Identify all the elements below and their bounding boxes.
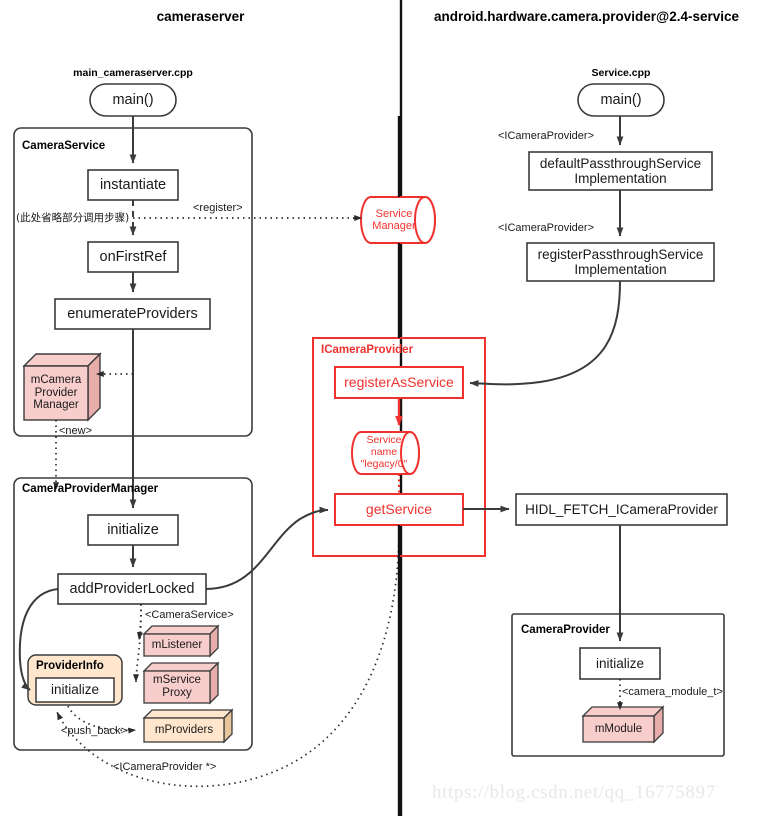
node-main-left-shape [89,83,177,117]
node-hidl-fetch-shape [515,493,728,526]
group-title-camera-provider-manager: CameraProviderManager [22,483,159,495]
node-on-first-ref-shape [87,241,179,273]
node-main-left[interactable]: main() [90,84,176,116]
diagram-shapes-layer [13,0,728,816]
node-service-manager-shape [360,196,436,244]
node-mlistener[interactable]: mListener [144,634,210,656]
node-mproviders-shape [142,708,234,744]
edge-addprovider-to-providerinfo [18,588,59,691]
edge-label-camera-service: <CameraService> [145,609,234,621]
edge-label-push-back: <push_back> [61,725,128,737]
node-get-service-shape [334,493,464,526]
lane-title-provider-service: android.hardware.camera.provider@2.4-ser… [433,9,740,24]
node-register-passthrough-shape [526,242,715,282]
edge-label-camera-module-t: <camera_module_t> [622,686,723,698]
edge-addprovider-to-mserviceproxy [133,603,142,683]
lane-title-cameraserver: cameraserver [156,9,245,24]
node-cpm-initialize[interactable]: initialize [88,515,178,545]
node-instantiate-shape [87,169,179,201]
group-title-camera-provider: CameraProvider [521,624,610,636]
edge-addprovider-to-mlistener [136,603,143,641]
node-mlistener-shape [142,624,220,658]
edge-push-back-to-mproviders [67,705,137,734]
node-mcameraprovidermanager[interactable]: mCamera Provider Manager [24,366,88,420]
edge-label-icameraprovider-2: <ICameraProvider> [498,222,594,234]
file-label-main-cameraserver: main_cameraserver.cpp [73,67,193,79]
group-title-camera-service: CameraService [22,140,106,152]
node-mproviders[interactable]: mProviders [144,718,224,742]
watermark: https://blog.csdn.net/qq_16775897 [432,782,716,803]
diagram-canvas: cameraserver android.hardware.camera.pro… [0,0,772,816]
node-cp-initialize-shape [579,647,661,680]
node-main-right[interactable]: main() [578,84,664,116]
node-cp-initialize[interactable]: initialize [580,648,660,679]
group-camera-service [13,127,253,437]
node-provider-info-shape [27,654,123,706]
node-provider-info-title: ProviderInfo [36,660,104,672]
node-provider-info-initialize[interactable]: initialize [36,678,114,702]
group-camera-provider-manager [13,477,253,751]
node-default-passthrough-shape [528,151,713,191]
node-enumerate-providers-shape [54,298,211,330]
edge-registerpassthrough-to-registerasservice [469,280,621,387]
edge-addprovider-to-getservice [205,506,329,590]
node-mserviceproxy-shape [142,661,220,705]
group-icamera-provider [312,337,486,557]
node-add-provider-locked-shape [57,573,207,605]
node-service-name[interactable]: Service name "legacy/0" [358,432,410,474]
edge-label-omitted-steps: (此处省略部分调用步骤) [16,212,130,224]
node-default-passthrough-service-implementation[interactable]: defaultPassthroughService Implementation [529,152,712,190]
node-register-as-service-shape [334,366,464,399]
node-provider-info-initialize-shape [35,677,115,703]
node-add-provider-locked[interactable]: addProviderLocked [58,574,206,604]
edge-icameraprovider-ptr-return [56,528,400,788]
edge-label-icameraprovider-ptr: <ICameraProvider *> [113,761,217,773]
node-mmodule[interactable]: mModule [583,716,654,742]
node-get-service[interactable]: getService [335,494,463,525]
node-service-name-shape [351,431,420,475]
node-instantiate[interactable]: instantiate [88,170,178,200]
edge-label-icameraprovider-1: <ICameraProvider> [498,130,594,142]
node-register-passthrough-service-implementation[interactable]: registerPassthroughService Implementatio… [527,243,714,281]
node-hidl-fetch-icameraprovider[interactable]: HIDL_FETCH_ICameraProvider [516,494,727,525]
node-register-as-service[interactable]: registerAsService [335,367,463,398]
edge-label-new: <new> [59,425,93,437]
group-camera-provider [511,613,725,757]
node-mcameraprovidermanager-shape [22,352,102,422]
node-on-first-ref[interactable]: onFirstRef [88,242,178,272]
node-service-manager[interactable]: Service Manager [366,197,422,243]
group-title-icamera-provider: ICameraProvider [321,344,414,356]
node-mmodule-shape [581,705,665,744]
node-main-right-shape [577,83,665,117]
edge-label-register: <register> [193,202,243,214]
node-mserviceproxy[interactable]: mService Proxy [144,671,210,703]
node-enumerate-providers[interactable]: enumerateProviders [55,299,210,329]
file-label-service-cpp: Service.cpp [591,67,651,79]
node-cpm-initialize-shape [87,514,179,546]
